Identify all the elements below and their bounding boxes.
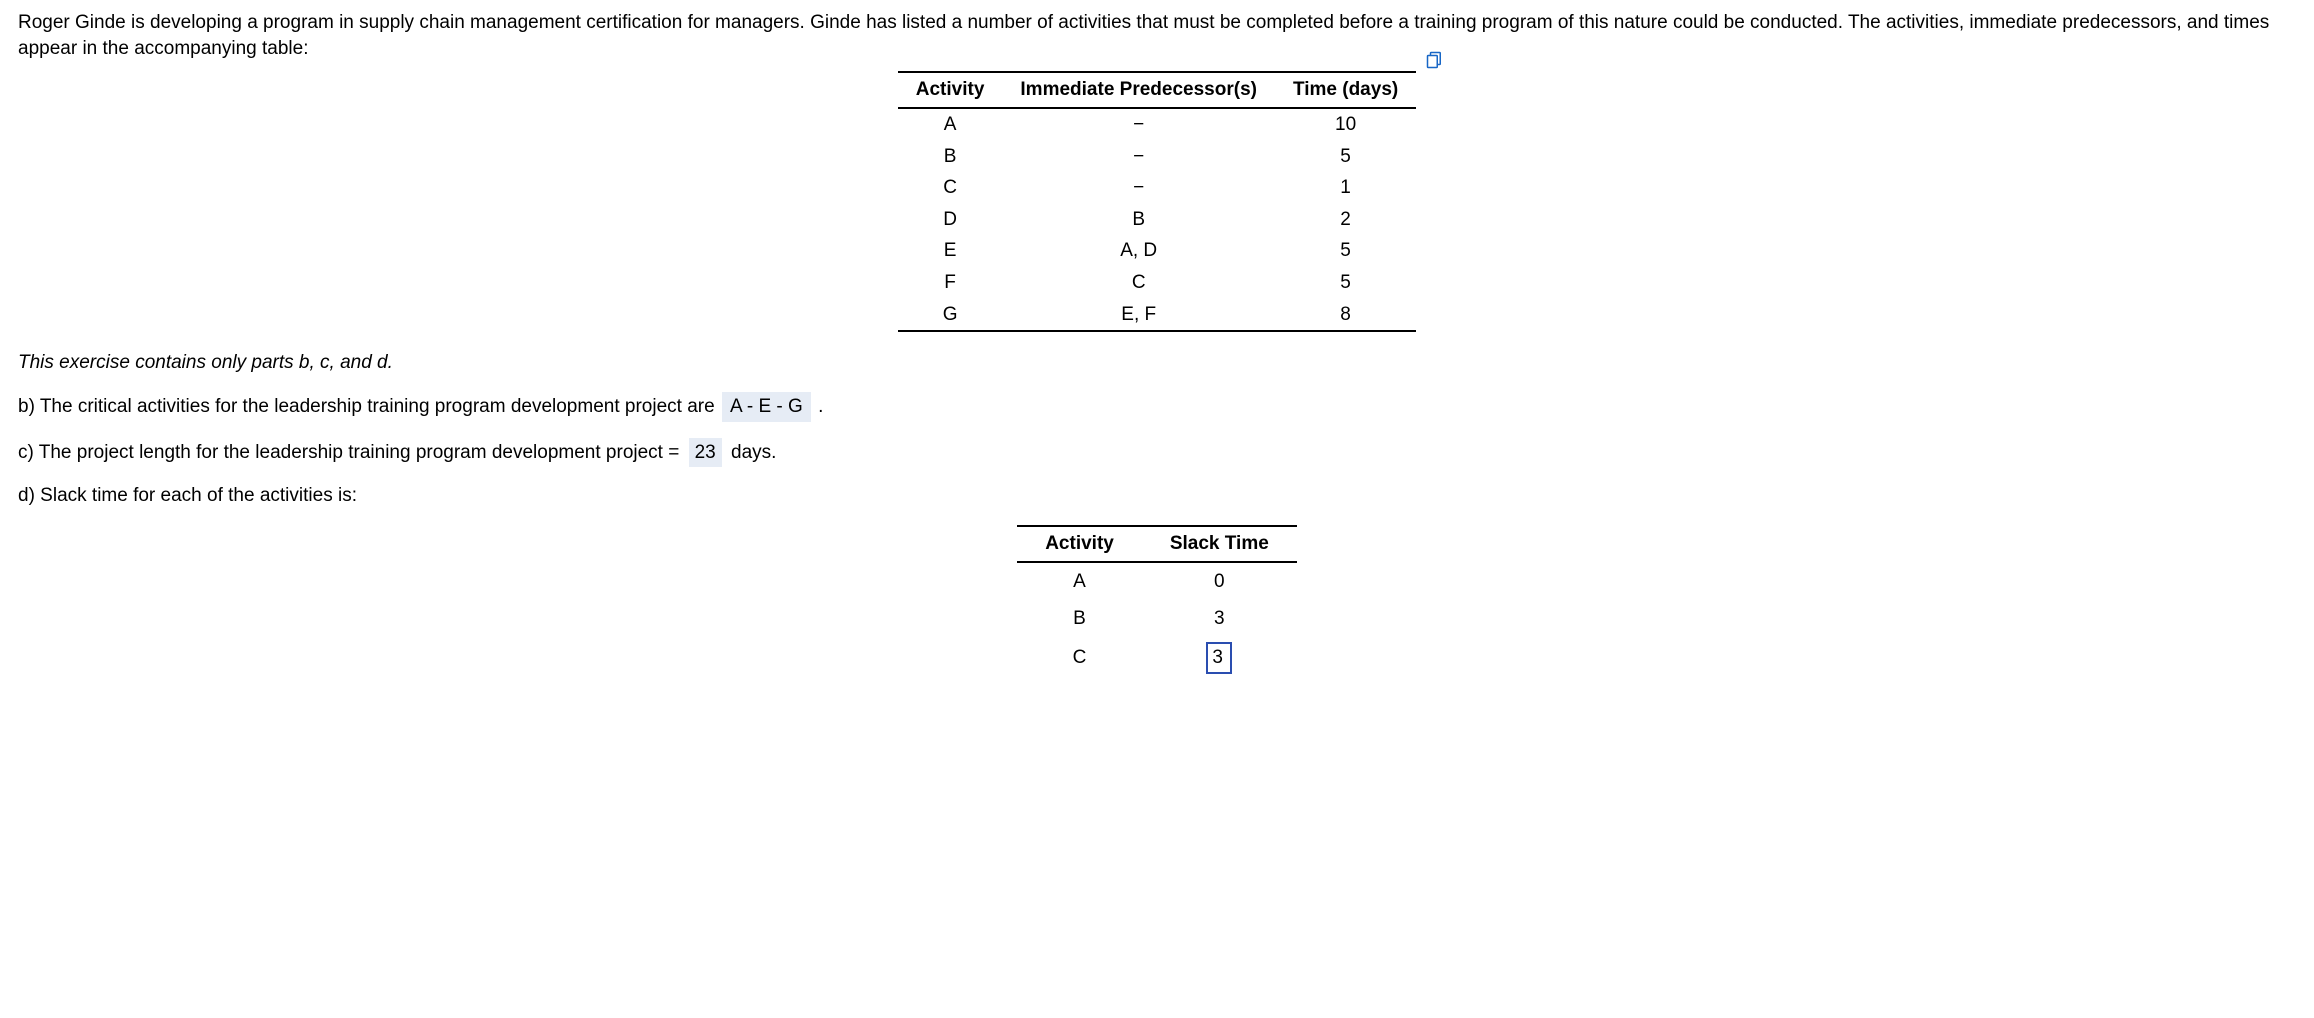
col-predecessor: Immediate Predecessor(s)	[1002, 72, 1275, 108]
cell-predecessor: E, F	[1002, 299, 1275, 332]
part-b-prefix: b) The critical activities for the leade…	[18, 396, 720, 417]
part-c-suffix: days.	[731, 442, 776, 463]
cell-slack: 3	[1142, 600, 1297, 638]
slack-input[interactable]: 3	[1207, 643, 1231, 673]
slack-col-slack: Slack Time	[1142, 526, 1297, 562]
cell-activity: C	[898, 172, 1003, 204]
cell-predecessor: A, D	[1002, 235, 1275, 267]
cell-time: 8	[1275, 299, 1416, 332]
col-activity: Activity	[898, 72, 1003, 108]
part-c-prefix: c) The project length for the leadership…	[18, 442, 685, 463]
table-row: FC5	[898, 267, 1416, 299]
part-b-suffix: .	[818, 396, 823, 417]
table-row: C−1	[898, 172, 1416, 204]
part-c-line: c) The project length for the leadership…	[18, 438, 2296, 468]
cell-time: 1	[1275, 172, 1416, 204]
project-length-input[interactable]: 23	[689, 438, 722, 468]
exercise-note: This exercise contains only parts b, c, …	[18, 350, 2296, 376]
activity-table: Activity Immediate Predecessor(s) Time (…	[898, 71, 1416, 332]
cell-activity: D	[898, 204, 1003, 236]
cell-predecessor: B	[1002, 204, 1275, 236]
slack-table: Activity Slack Time A0B3C3	[1017, 525, 1297, 678]
table-row: B3	[1017, 600, 1297, 638]
table-row: B−5	[898, 141, 1416, 173]
cell-time: 2	[1275, 204, 1416, 236]
cell-activity: B	[898, 141, 1003, 173]
slack-table-wrap: Activity Slack Time A0B3C3	[18, 525, 2296, 678]
cell-activity: A	[1017, 562, 1142, 601]
col-time: Time (days)	[1275, 72, 1416, 108]
table-row: C3	[1017, 638, 1297, 678]
cell-activity: E	[898, 235, 1003, 267]
table-row: EA, D5	[898, 235, 1416, 267]
cell-slack: 0	[1142, 562, 1297, 601]
cell-time: 5	[1275, 267, 1416, 299]
cell-time: 5	[1275, 141, 1416, 173]
cell-activity: C	[1017, 638, 1142, 678]
cell-activity: F	[898, 267, 1003, 299]
slack-value: 3	[1210, 605, 1229, 633]
part-b-line: b) The critical activities for the leade…	[18, 392, 2296, 422]
part-d-line: d) Slack time for each of the activities…	[18, 483, 2296, 509]
cell-predecessor: −	[1002, 141, 1275, 173]
cell-activity: A	[898, 108, 1003, 141]
cell-predecessor: −	[1002, 172, 1275, 204]
cell-time: 5	[1275, 235, 1416, 267]
cell-activity: B	[1017, 600, 1142, 638]
cell-slack: 3	[1142, 638, 1297, 678]
cell-predecessor: C	[1002, 267, 1275, 299]
table-row: DB2	[898, 204, 1416, 236]
slack-col-activity: Activity	[1017, 526, 1142, 562]
cell-time: 10	[1275, 108, 1416, 141]
critical-path-dropdown[interactable]: A - E - G	[722, 392, 811, 422]
table-row: A−10	[898, 108, 1416, 141]
table-row: GE, F8	[898, 299, 1416, 332]
table-row: A0	[1017, 562, 1297, 601]
cell-activity: G	[898, 299, 1003, 332]
copy-icon[interactable]	[1426, 51, 1444, 77]
slack-value: 0	[1210, 568, 1229, 596]
intro-paragraph: Roger Ginde is developing a program in s…	[18, 10, 2296, 61]
cell-predecessor: −	[1002, 108, 1275, 141]
activity-table-wrap: Activity Immediate Predecessor(s) Time (…	[18, 71, 2296, 332]
